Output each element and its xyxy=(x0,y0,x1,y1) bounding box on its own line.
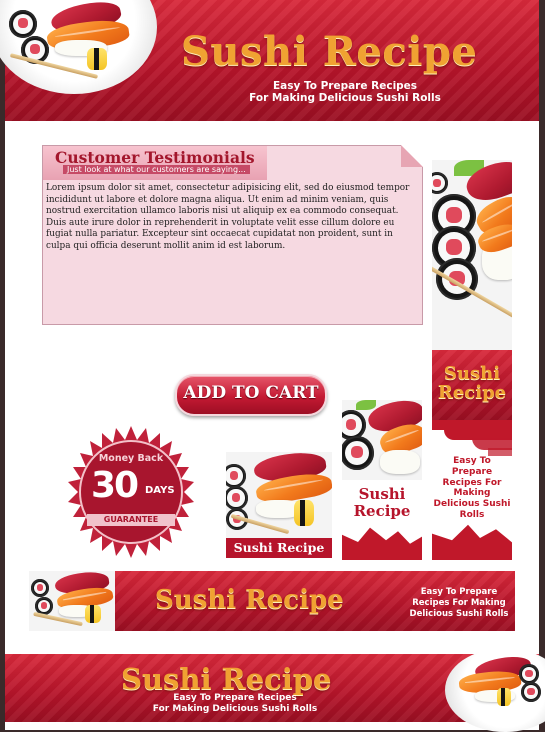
sushi-image xyxy=(342,400,422,480)
footer-title: Sushi Recipe xyxy=(121,662,332,696)
sushi-plate-image xyxy=(0,0,157,94)
tall-vertical-banner[interactable]: Sushi Recipe Easy To Prepare Recipes For… xyxy=(432,160,512,560)
footer-banner: Sushi Recipe Easy To Prepare Recipes For… xyxy=(5,648,545,732)
tall-banner-header: Sushi Recipe xyxy=(432,350,512,420)
footer-subtitle-line-1: Easy To Prepare Recipes xyxy=(173,693,297,703)
sushi-image xyxy=(432,160,512,350)
sushi-plate-image xyxy=(445,648,545,732)
testimonials-header: Customer Testimonials Just look at what … xyxy=(43,146,267,180)
add-to-cart-button[interactable]: ADD TO CART xyxy=(175,374,327,416)
testimonials-panel: Customer Testimonials Just look at what … xyxy=(42,145,423,325)
square-banner-label: Sushi Recipe xyxy=(226,538,332,558)
money-back-badge: Money Back 30 DAYS GUARANTEE xyxy=(65,426,197,558)
medium-banner-title: Sushi Recipe xyxy=(353,485,411,520)
testimonials-body: Lorem ipsum dolor sit amet, consectetur … xyxy=(46,183,410,251)
header-subtitle-line-2: For Making Delicious Sushi Rolls xyxy=(249,92,441,104)
footer-subtitle: Easy To Prepare Recipes For Making Delic… xyxy=(145,693,325,715)
header-title: Sushi Recipe xyxy=(181,28,478,75)
medium-vertical-banner[interactable]: Sushi Recipe xyxy=(342,400,422,560)
wide-banner[interactable]: Sushi Recipe Easy To Prepare Recipes For… xyxy=(29,571,515,631)
page-canvas: Sushi Recipe Easy To Prepare Recipes For… xyxy=(0,0,545,732)
badge-number: 30 xyxy=(91,465,139,506)
page-fold-corner xyxy=(401,145,423,167)
add-to-cart-label: ADD TO CART xyxy=(183,383,319,403)
badge-unit: DAYS xyxy=(145,485,175,496)
sushi-image xyxy=(29,571,115,631)
square-banner[interactable]: Sushi Recipe xyxy=(226,452,332,558)
header-banner: Sushi Recipe Easy To Prepare Recipes For… xyxy=(0,0,539,121)
tall-banner-text-area: Easy To Prepare Recipes For Making Delic… xyxy=(432,420,512,560)
badge-top-text: Money Back xyxy=(98,453,164,464)
header-subtitle: Easy To Prepare Recipes For Making Delic… xyxy=(235,80,455,104)
medium-banner-bottom: Sushi Recipe xyxy=(342,480,422,560)
footer-subtitle-line-2: For Making Delicious Sushi Rolls xyxy=(152,704,318,714)
testimonials-subtitle: Just look at what our customers are sayi… xyxy=(63,165,250,174)
tall-banner-text: Easy To Prepare Recipes For Making Delic… xyxy=(433,456,511,520)
header-subtitle-line-1: Easy To Prepare Recipes xyxy=(272,80,418,92)
wide-banner-red-area: Sushi Recipe Easy To Prepare Recipes For… xyxy=(115,571,515,631)
wide-banner-text: Easy To Prepare Recipes For Making Delic… xyxy=(409,587,509,619)
tall-banner-title: Sushi Recipe xyxy=(437,363,507,403)
wide-banner-title: Sushi Recipe xyxy=(155,585,344,615)
badge-bottom-text: GUARANTEE xyxy=(87,514,175,526)
